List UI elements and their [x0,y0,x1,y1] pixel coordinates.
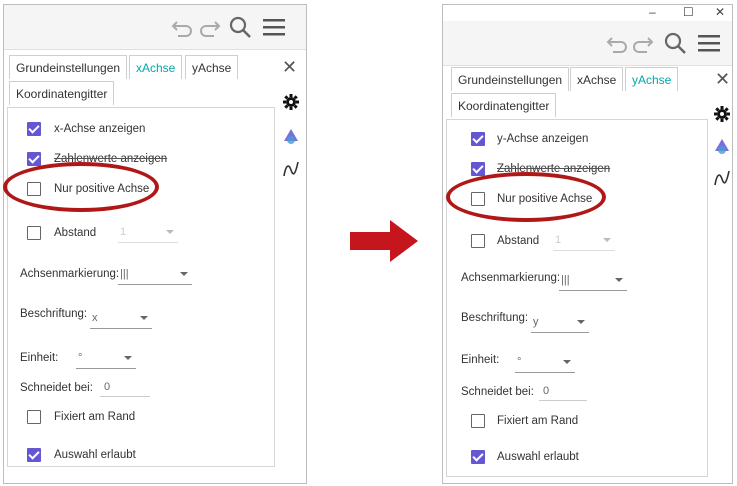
caption-dropdown[interactable]: y [531,312,589,333]
search-icon[interactable] [226,13,254,41]
menu-icon[interactable] [695,29,723,57]
ticks-value: ||| [120,268,129,280]
highlight-ellipse [3,162,159,212]
caption-label: Beschriftung: [461,312,529,324]
unit-dropdown[interactable]: ° [515,352,575,373]
caption-label: Beschriftung: [20,308,88,320]
cross-value: 0 [104,381,111,393]
chevron-down-icon [180,272,188,276]
chevron-down-icon [140,316,148,320]
right-arrow-icon [350,220,418,262]
highlight-ellipse [446,172,606,222]
show-axis-checkbox[interactable] [27,122,41,136]
tab-grundeinstellungen[interactable]: Grundeinstellungen [9,55,128,79]
ticks-value: ||| [561,274,570,286]
fixed-edge-label: Fixiert am Rand [497,415,579,427]
settings-panel-y: – ☐ ✕ Grundeinstellungen xAchse yAchse K… [442,4,733,484]
show-numbers-checkbox[interactable] [471,162,485,176]
maximize-button[interactable]: ☐ [683,5,694,19]
window-titlebar: – ☐ ✕ [443,5,732,21]
ticks-dropdown[interactable]: ||| [559,270,627,291]
unit-label: Einheit: [461,354,500,366]
unit-label: Einheit: [20,352,59,364]
cross-value: 0 [543,385,550,397]
ticks-label: Achsenmarkierung: [461,272,561,284]
graph-icon[interactable] [713,169,731,187]
redo-icon[interactable] [629,29,657,57]
cross-input[interactable]: 0 [539,382,587,401]
cross-label: Schneidet bei: [20,382,93,394]
tab-grundeinstellungen[interactable]: Grundeinstellungen [451,67,570,91]
settings-content: y-Achse anzeigen Zahlenwerte anzeigen Nu… [446,119,708,477]
search-icon[interactable] [661,29,689,57]
cross-input[interactable]: 0 [100,378,150,397]
distance-label: Abstand [497,235,540,247]
settings-content: x-Achse anzeigen Zahlenwerte anzeigen Nu… [7,107,275,467]
distance-value: 1 [555,234,562,246]
distance-label: Abstand [54,227,97,239]
selection-allowed-label: Auswahl erlaubt [54,449,136,461]
distance-value: 1 [120,226,127,238]
close-icon[interactable]: ✕ [282,57,297,78]
fixed-edge-checkbox[interactable] [27,410,41,424]
toolbar [443,21,732,66]
selection-allowed-label: Auswahl erlaubt [497,451,579,463]
undo-icon[interactable] [603,29,631,57]
shapes-icon[interactable] [713,137,731,155]
chevron-down-icon [124,356,132,360]
distance-checkbox[interactable] [471,234,485,248]
chevron-down-icon [603,238,611,242]
shapes-icon[interactable] [282,127,300,145]
gear-icon[interactable] [713,105,731,123]
selection-allowed-checkbox[interactable] [27,448,41,462]
distance-dropdown: 1 [118,222,178,243]
tab-xachse[interactable]: xAchse [129,55,183,79]
unit-value: ° [78,352,83,364]
ticks-label: Achsenmarkierung: [20,268,120,280]
tab-koordinatengitter[interactable]: Koordinatengitter [9,81,115,105]
ticks-dropdown[interactable]: ||| [118,264,192,285]
caption-dropdown[interactable]: x [90,308,152,329]
selection-allowed-checkbox[interactable] [471,450,485,464]
unit-value: ° [517,356,522,368]
tab-xachse[interactable]: xAchse [570,67,624,91]
show-axis-checkbox[interactable] [471,132,485,146]
chevron-down-icon [577,320,585,324]
cross-label: Schneidet bei: [461,386,534,398]
settings-panel-x: Grundeinstellungen xAchse yAchse Koordin… [3,4,307,484]
tab-yachse[interactable]: yAchse [625,67,679,91]
chevron-down-icon [166,230,174,234]
caption-value: y [533,316,539,328]
redo-icon[interactable] [196,13,224,41]
tab-koordinatengitter[interactable]: Koordinatengitter [451,93,557,117]
toolbar [4,5,306,50]
caption-value: x [92,312,98,324]
chevron-down-icon [563,360,571,364]
show-numbers-checkbox[interactable] [27,152,41,166]
fixed-edge-checkbox[interactable] [471,414,485,428]
menu-icon[interactable] [260,13,288,41]
show-axis-label: y-Achse anzeigen [497,133,589,145]
undo-icon[interactable] [168,13,196,41]
gear-icon[interactable] [282,93,300,111]
distance-dropdown: 1 [553,230,615,251]
minimize-button[interactable]: – [649,5,656,19]
distance-checkbox[interactable] [27,226,41,240]
tab-yachse[interactable]: yAchse [185,55,239,79]
window-close-button[interactable]: ✕ [715,5,725,19]
graph-icon[interactable] [282,160,300,178]
show-axis-label: x-Achse anzeigen [54,123,146,135]
fixed-edge-label: Fixiert am Rand [54,411,136,423]
unit-dropdown[interactable]: ° [76,348,136,369]
close-icon[interactable]: ✕ [715,69,730,90]
chevron-down-icon [615,278,623,282]
